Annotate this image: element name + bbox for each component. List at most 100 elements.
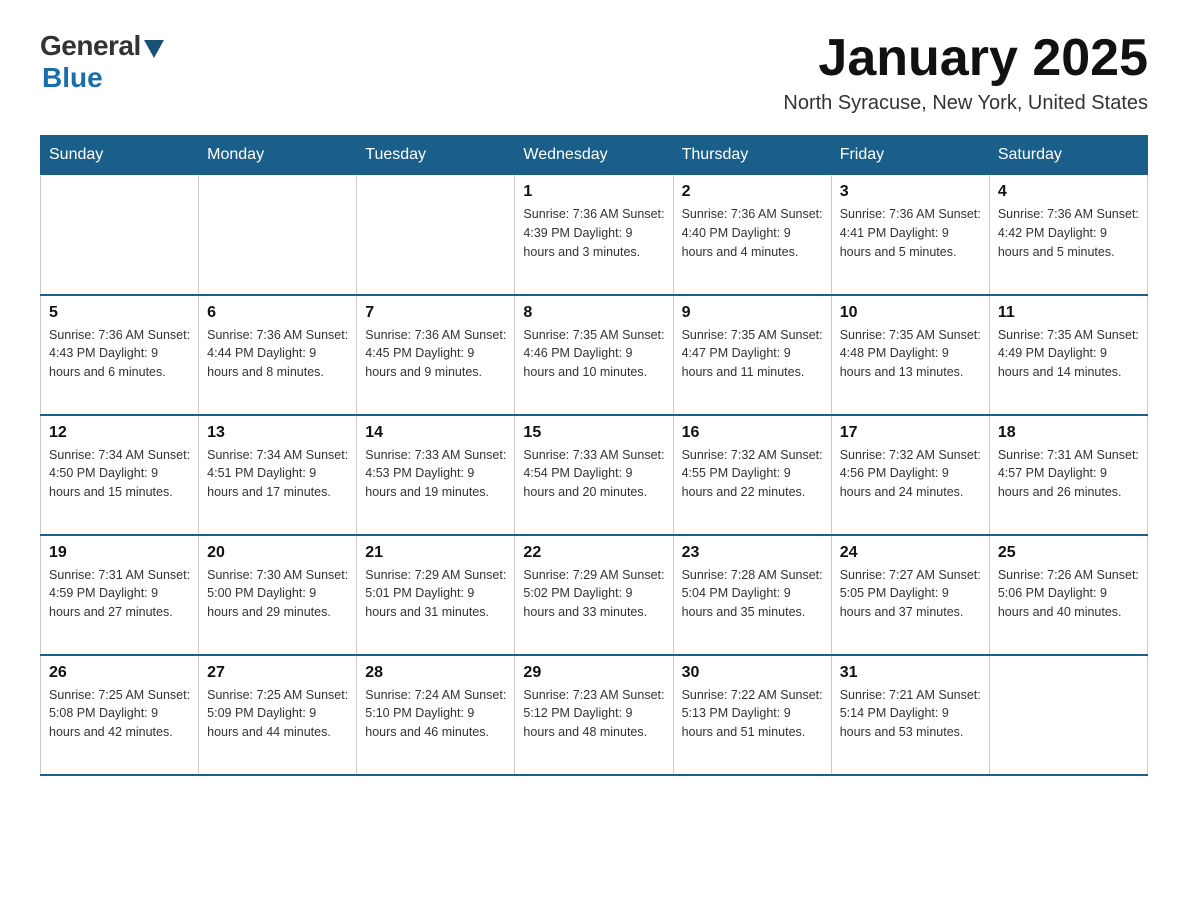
calendar-cell: 15 Sunrise: 7:33 AM Sunset: 4:54 PM Dayli… (515, 415, 673, 535)
calendar-week-row: 1 Sunrise: 7:36 AM Sunset: 4:39 PM Daylig… (41, 175, 1148, 295)
day-info: Sunrise: 7:36 AM Sunset: 4:39 PM Dayligh… (523, 205, 664, 261)
day-info: Sunrise: 7:26 AM Sunset: 5:06 PM Dayligh… (998, 566, 1139, 622)
day-info: Sunrise: 7:35 AM Sunset: 4:46 PM Dayligh… (523, 326, 664, 382)
day-info: Sunrise: 7:25 AM Sunset: 5:08 PM Dayligh… (49, 686, 190, 742)
day-number: 27 (207, 664, 348, 682)
calendar-cell: 14Sunrise: 7:33 AM Sunset: 4:53 PM Dayli… (357, 415, 515, 535)
calendar-cell: 29 Sunrise: 7:23 AM Sunset: 5:12 PM Dayli… (515, 655, 673, 775)
day-info: Sunrise: 7:36 AM Sunset: 4:45 PM Dayligh… (365, 326, 506, 382)
day-number: 10 (840, 304, 981, 322)
calendar-cell: 7 Sunrise: 7:36 AM Sunset: 4:45 PM Daylig… (357, 295, 515, 415)
calendar-cell: 25Sunrise: 7:26 AM Sunset: 5:06 PM Dayli… (989, 535, 1147, 655)
calendar-cell: 21 Sunrise: 7:29 AM Sunset: 5:01 PM Dayli… (357, 535, 515, 655)
calendar-cell: 19 Sunrise: 7:31 AM Sunset: 4:59 PM Dayli… (41, 535, 199, 655)
column-header-wednesday: Wednesday (515, 136, 673, 175)
day-number: 9 (682, 304, 823, 322)
day-info: Sunrise: 7:29 AM Sunset: 5:01 PM Dayligh… (365, 566, 506, 622)
calendar-cell: 9 Sunrise: 7:35 AM Sunset: 4:47 PM Daylig… (673, 295, 831, 415)
title-section: January 2025 North Syracuse, New York, U… (783, 30, 1148, 115)
day-number: 19 (49, 544, 190, 562)
month-year-title: January 2025 (783, 30, 1148, 87)
calendar-cell: 24Sunrise: 7:27 AM Sunset: 5:05 PM Dayli… (831, 535, 989, 655)
calendar-cell: 22 Sunrise: 7:29 AM Sunset: 5:02 PM Dayli… (515, 535, 673, 655)
day-info: Sunrise: 7:27 AM Sunset: 5:05 PM Dayligh… (840, 566, 981, 622)
calendar-cell: 18 Sunrise: 7:31 AM Sunset: 4:57 PM Dayli… (989, 415, 1147, 535)
day-number: 15 (523, 424, 664, 442)
column-header-sunday: Sunday (41, 136, 199, 175)
logo-blue-text: Blue (42, 62, 103, 94)
location-subtitle: North Syracuse, New York, United States (783, 92, 1148, 115)
calendar-cell: 27 Sunrise: 7:25 AM Sunset: 5:09 PM Dayli… (199, 655, 357, 775)
calendar-header-row: SundayMondayTuesdayWednesdayThursdayFrid… (41, 136, 1148, 175)
day-info: Sunrise: 7:35 AM Sunset: 4:47 PM Dayligh… (682, 326, 823, 382)
calendar-cell: 20 Sunrise: 7:30 AM Sunset: 5:00 PM Dayli… (199, 535, 357, 655)
day-number: 16 (682, 424, 823, 442)
day-info: Sunrise: 7:31 AM Sunset: 4:57 PM Dayligh… (998, 446, 1139, 502)
day-info: Sunrise: 7:36 AM Sunset: 4:40 PM Dayligh… (682, 205, 823, 261)
calendar-cell: 8 Sunrise: 7:35 AM Sunset: 4:46 PM Daylig… (515, 295, 673, 415)
calendar-cell: 2 Sunrise: 7:36 AM Sunset: 4:40 PM Daylig… (673, 175, 831, 295)
day-number: 17 (840, 424, 981, 442)
calendar-cell: 30 Sunrise: 7:22 AM Sunset: 5:13 PM Dayli… (673, 655, 831, 775)
day-number: 12 (49, 424, 190, 442)
calendar-cell: 28Sunrise: 7:24 AM Sunset: 5:10 PM Dayli… (357, 655, 515, 775)
day-number: 1 (523, 183, 664, 201)
day-info: Sunrise: 7:25 AM Sunset: 5:09 PM Dayligh… (207, 686, 348, 742)
day-number: 20 (207, 544, 348, 562)
day-info: Sunrise: 7:33 AM Sunset: 4:54 PM Dayligh… (523, 446, 664, 502)
day-info: Sunrise: 7:31 AM Sunset: 4:59 PM Dayligh… (49, 566, 190, 622)
day-info: Sunrise: 7:36 AM Sunset: 4:42 PM Dayligh… (998, 205, 1139, 261)
day-number: 28 (365, 664, 506, 682)
calendar-cell: 13Sunrise: 7:34 AM Sunset: 4:51 PM Dayli… (199, 415, 357, 535)
day-info: Sunrise: 7:23 AM Sunset: 5:12 PM Dayligh… (523, 686, 664, 742)
column-header-friday: Friday (831, 136, 989, 175)
day-info: Sunrise: 7:34 AM Sunset: 4:50 PM Dayligh… (49, 446, 190, 502)
column-header-saturday: Saturday (989, 136, 1147, 175)
day-number: 30 (682, 664, 823, 682)
day-info: Sunrise: 7:35 AM Sunset: 4:49 PM Dayligh… (998, 326, 1139, 382)
calendar-cell (357, 175, 515, 295)
day-number: 5 (49, 304, 190, 322)
day-info: Sunrise: 7:29 AM Sunset: 5:02 PM Dayligh… (523, 566, 664, 622)
calendar-cell (41, 175, 199, 295)
calendar-cell (989, 655, 1147, 775)
calendar-cell: 5Sunrise: 7:36 AM Sunset: 4:43 PM Daylig… (41, 295, 199, 415)
day-number: 22 (523, 544, 664, 562)
calendar-week-row: 12 Sunrise: 7:34 AM Sunset: 4:50 PM Dayli… (41, 415, 1148, 535)
column-header-monday: Monday (199, 136, 357, 175)
day-number: 23 (682, 544, 823, 562)
day-number: 14 (365, 424, 506, 442)
day-info: Sunrise: 7:34 AM Sunset: 4:51 PM Dayligh… (207, 446, 348, 502)
day-info: Sunrise: 7:22 AM Sunset: 5:13 PM Dayligh… (682, 686, 823, 742)
day-number: 8 (523, 304, 664, 322)
day-info: Sunrise: 7:21 AM Sunset: 5:14 PM Dayligh… (840, 686, 981, 742)
calendar-week-row: 5Sunrise: 7:36 AM Sunset: 4:43 PM Daylig… (41, 295, 1148, 415)
day-info: Sunrise: 7:32 AM Sunset: 4:55 PM Dayligh… (682, 446, 823, 502)
page-header: General Blue January 2025 North Syracuse… (40, 30, 1148, 115)
calendar-cell: 23 Sunrise: 7:28 AM Sunset: 5:04 PM Dayli… (673, 535, 831, 655)
logo-general-text: General (40, 30, 141, 62)
day-number: 29 (523, 664, 664, 682)
day-info: Sunrise: 7:32 AM Sunset: 4:56 PM Dayligh… (840, 446, 981, 502)
day-info: Sunrise: 7:30 AM Sunset: 5:00 PM Dayligh… (207, 566, 348, 622)
column-header-thursday: Thursday (673, 136, 831, 175)
column-header-tuesday: Tuesday (357, 136, 515, 175)
logo-triangle-icon (144, 40, 164, 58)
day-info: Sunrise: 7:28 AM Sunset: 5:04 PM Dayligh… (682, 566, 823, 622)
day-number: 3 (840, 183, 981, 201)
day-number: 2 (682, 183, 823, 201)
calendar-table: SundayMondayTuesdayWednesdayThursdayFrid… (40, 135, 1148, 776)
calendar-cell: 3Sunrise: 7:36 AM Sunset: 4:41 PM Daylig… (831, 175, 989, 295)
calendar-cell: 17 Sunrise: 7:32 AM Sunset: 4:56 PM Dayli… (831, 415, 989, 535)
day-info: Sunrise: 7:35 AM Sunset: 4:48 PM Dayligh… (840, 326, 981, 382)
day-number: 21 (365, 544, 506, 562)
calendar-cell: 4 Sunrise: 7:36 AM Sunset: 4:42 PM Daylig… (989, 175, 1147, 295)
calendar-week-row: 26Sunrise: 7:25 AM Sunset: 5:08 PM Dayli… (41, 655, 1148, 775)
day-number: 18 (998, 424, 1139, 442)
calendar-cell (199, 175, 357, 295)
day-number: 6 (207, 304, 348, 322)
day-number: 4 (998, 183, 1139, 201)
calendar-cell: 26Sunrise: 7:25 AM Sunset: 5:08 PM Dayli… (41, 655, 199, 775)
day-number: 7 (365, 304, 506, 322)
calendar-cell: 6Sunrise: 7:36 AM Sunset: 4:44 PM Daylig… (199, 295, 357, 415)
